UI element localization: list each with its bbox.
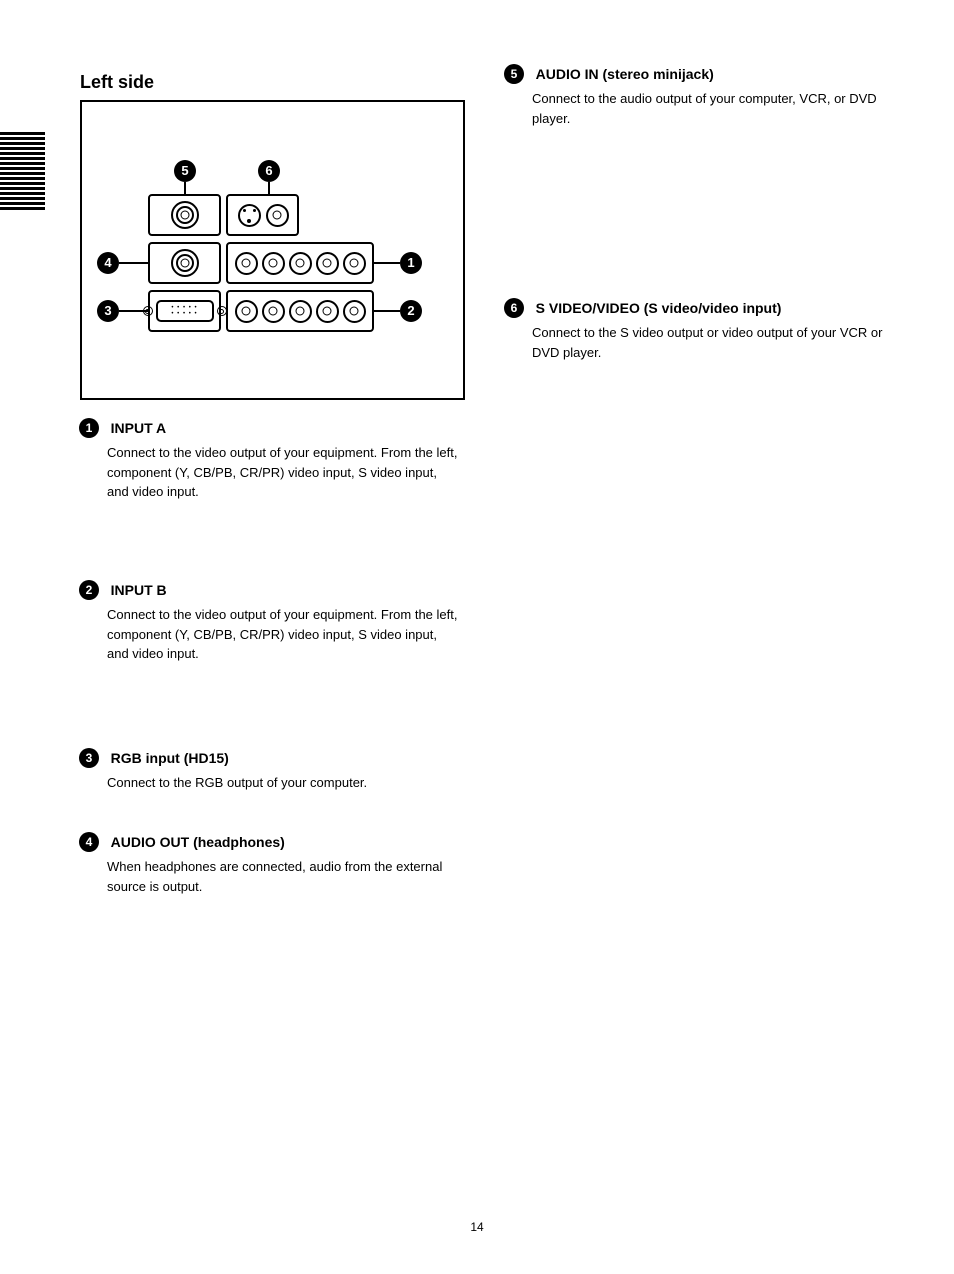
rca-jack-icon bbox=[343, 252, 366, 275]
headphone-jack-icon bbox=[171, 249, 199, 277]
manual-page: Left side bbox=[0, 0, 954, 1274]
item-body: Connect to the S video output or video o… bbox=[532, 323, 884, 362]
audio-in-panel bbox=[148, 194, 221, 236]
rca-jack-icon bbox=[343, 300, 366, 323]
rca-jack-icon bbox=[289, 300, 312, 323]
item-5: 5 AUDIO IN (stereo minijack) Connect to … bbox=[504, 64, 884, 128]
lead-line bbox=[374, 262, 400, 264]
item-number-badge: 1 bbox=[79, 418, 99, 438]
svideo-jack-icon bbox=[238, 204, 261, 227]
item-body: When headphones are connected, audio fro… bbox=[107, 857, 459, 896]
item-body: Connect to the audio output of your comp… bbox=[532, 89, 884, 128]
item-number-badge: 6 bbox=[504, 298, 524, 318]
item-body: Connect to the video output of your equi… bbox=[107, 443, 459, 502]
item-heading: AUDIO IN (stereo minijack) bbox=[536, 66, 714, 82]
item-4: 4 AUDIO OUT (headphones) When headphones… bbox=[79, 832, 459, 896]
rca-jack-icon bbox=[316, 252, 339, 275]
audio-out-panel bbox=[148, 242, 221, 284]
item-number-badge: 3 bbox=[79, 748, 99, 768]
rgb-panel: • • • • •• • • • • bbox=[148, 290, 221, 332]
input-b-panel bbox=[226, 290, 374, 332]
callout-3: 3 bbox=[97, 300, 119, 322]
margin-stripes-icon bbox=[0, 132, 45, 210]
item-heading: INPUT B bbox=[111, 582, 167, 598]
item-2: 2 INPUT B Connect to the video output of… bbox=[79, 580, 459, 664]
item-number-badge: 4 bbox=[79, 832, 99, 852]
video-jack-icon bbox=[266, 204, 289, 227]
item-body: Connect to the video output of your equi… bbox=[107, 605, 459, 664]
callout-4: 4 bbox=[97, 252, 119, 274]
vga-connector-icon: • • • • •• • • • • bbox=[143, 300, 227, 322]
item-heading: S VIDEO/VIDEO (S video/video input) bbox=[536, 300, 782, 316]
lead-line bbox=[184, 182, 186, 194]
item-1: 1 INPUT A Connect to the video output of… bbox=[79, 418, 459, 502]
lead-line bbox=[119, 262, 148, 264]
page-number: 14 bbox=[470, 1220, 483, 1234]
rca-jack-icon bbox=[235, 300, 258, 323]
item-3: 3 RGB input (HD15) Connect to the RGB ou… bbox=[79, 748, 459, 793]
audio-jack-icon bbox=[171, 201, 199, 229]
callout-6: 6 bbox=[258, 160, 280, 182]
item-number-badge: 5 bbox=[504, 64, 524, 84]
svideo-video-panel bbox=[226, 194, 299, 236]
item-number-badge: 2 bbox=[79, 580, 99, 600]
rca-jack-icon bbox=[316, 300, 339, 323]
lead-line bbox=[119, 310, 148, 312]
rca-jack-icon bbox=[289, 252, 312, 275]
rca-jack-icon bbox=[262, 252, 285, 275]
item-heading: INPUT A bbox=[111, 420, 166, 436]
callout-5: 5 bbox=[174, 160, 196, 182]
connector-panel-figure: • • • • •• • • • • 5 6 4 3 1 2 bbox=[80, 100, 465, 400]
lead-line bbox=[374, 310, 400, 312]
item-heading: AUDIO OUT (headphones) bbox=[111, 834, 285, 850]
item-6: 6 S VIDEO/VIDEO (S video/video input) Co… bbox=[504, 298, 884, 362]
callout-1: 1 bbox=[400, 252, 422, 274]
item-body: Connect to the RGB output of your comput… bbox=[107, 773, 459, 793]
section-title: Left side bbox=[80, 72, 154, 93]
item-heading: RGB input (HD15) bbox=[111, 750, 229, 766]
lead-line bbox=[268, 182, 270, 194]
callout-2: 2 bbox=[400, 300, 422, 322]
rca-jack-icon bbox=[262, 300, 285, 323]
input-a-panel bbox=[226, 242, 374, 284]
rca-jack-icon bbox=[235, 252, 258, 275]
